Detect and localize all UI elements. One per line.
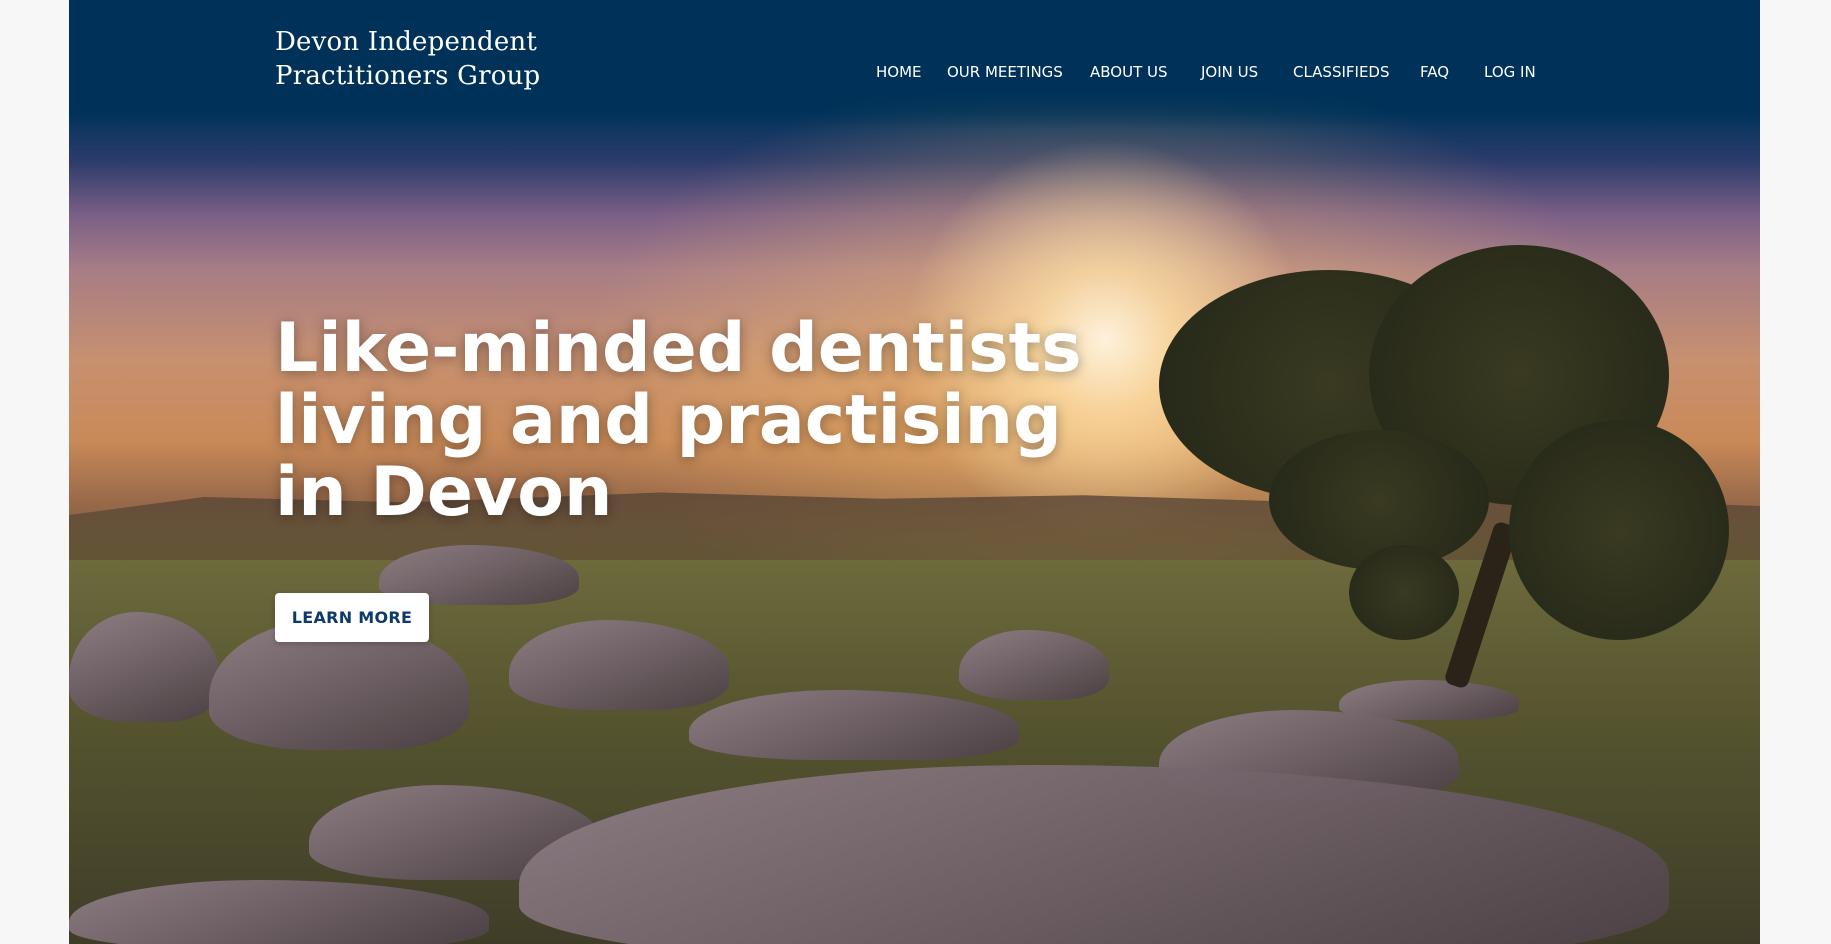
nav-item-faq[interactable]: FAQ (1420, 62, 1449, 82)
nav-item-our-meetings[interactable]: OUR MEETINGS (947, 62, 1063, 82)
site-header: Devon Independent Practitioners Group HO… (69, 0, 1760, 130)
nav-item-about-us[interactable]: ABOUT US (1090, 62, 1168, 82)
hero-heading: Like-minded dentists living and practisi… (275, 309, 1082, 532)
site-logo[interactable]: Devon Independent Practitioners Group (275, 25, 540, 93)
site-title-line1: Devon Independent (275, 27, 538, 57)
nav-item-log-in[interactable]: LOG IN (1484, 62, 1536, 82)
page-container: Devon Independent Practitioners Group HO… (69, 0, 1760, 944)
site-title-line2: Practitioners Group (275, 61, 541, 91)
tree-canopy (1509, 420, 1729, 640)
nav-item-classifieds[interactable]: CLASSIFIEDS (1293, 62, 1390, 82)
hero-heading-line1: Like-minded dentists (275, 309, 1082, 388)
rock (1339, 680, 1519, 720)
hero-heading-line2: living and practising (275, 381, 1062, 460)
nav-item-join-us[interactable]: JOIN US (1201, 62, 1258, 82)
learn-more-button[interactable]: LEARN MORE (275, 593, 429, 642)
nav-item-home[interactable]: HOME (876, 62, 922, 82)
hero-heading-line3: in Devon (275, 453, 613, 532)
tree-canopy (1349, 545, 1459, 640)
